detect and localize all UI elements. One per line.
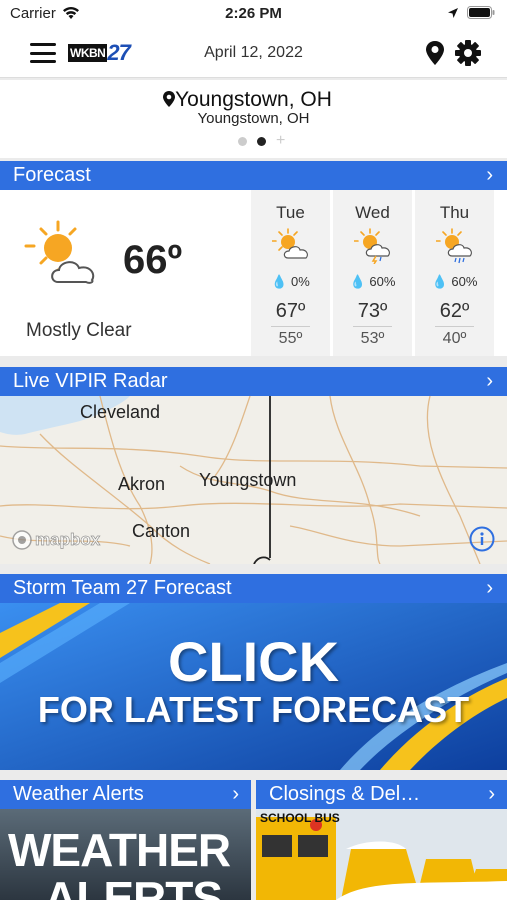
- info-icon[interactable]: [469, 526, 495, 552]
- settings-gear-button[interactable]: [455, 40, 481, 66]
- storm-team-header[interactable]: Storm Team 27 Forecast ›: [0, 574, 507, 603]
- radar-map[interactable]: Cleveland Akron Youngstown Canton mapbox: [0, 396, 507, 564]
- high-temp: 73º: [357, 300, 388, 322]
- radar-title: Live VIPIR Radar: [13, 370, 168, 392]
- chevron-right-icon: ›: [486, 577, 493, 599]
- raindrop-icon: 💧: [431, 274, 448, 289]
- page-dot[interactable]: [238, 136, 247, 146]
- status-bar: Carrier 2:26 PM: [0, 0, 507, 28]
- weather-alerts-tile[interactable]: Weather Alerts › WEATHER ALERTS: [0, 780, 251, 900]
- page-dot-active[interactable]: [257, 136, 266, 146]
- precip-chance: 💧 0%: [271, 274, 310, 289]
- forecast-day[interactable]: Wed 💧 60% 73º 53º: [333, 190, 412, 356]
- clock: 2:26 PM: [225, 5, 282, 22]
- location-arrow-icon: [448, 7, 458, 18]
- mapbox-attribution[interactable]: mapbox: [12, 530, 101, 550]
- location-pin-button[interactable]: [425, 40, 445, 66]
- precip-chance: 💧 60%: [349, 274, 396, 289]
- rain-sun-icon: [436, 228, 472, 264]
- location-selector[interactable]: Youngstown, OH Youngstown, OH +: [0, 80, 507, 158]
- high-temp: 62º: [439, 300, 470, 322]
- forecast-title: Forecast: [13, 164, 91, 186]
- forecast-panel[interactable]: 66º Mostly Clear Tue 💧 0% 67º 55º Wed 💧 …: [0, 190, 507, 356]
- forecast-header[interactable]: Forecast ›: [0, 161, 507, 190]
- banner-line-2: FOR LATEST FORECAST: [37, 689, 470, 730]
- low-temp: 53º: [360, 330, 385, 347]
- app-header: WKBN 27 April 12, 2022: [0, 28, 507, 78]
- current-temp: 66º: [123, 238, 183, 282]
- map-label-city: Akron: [118, 474, 166, 494]
- current-condition: Mostly Clear: [26, 320, 132, 341]
- partly-cloudy-sun-icon: [272, 228, 308, 259]
- chevron-right-icon: ›: [486, 370, 493, 392]
- closings-delays-header: Closings & Del… ›: [256, 780, 507, 809]
- battery-icon: [467, 6, 495, 19]
- precip-chance: 💧 60%: [431, 274, 478, 289]
- low-temp: 40º: [442, 330, 467, 347]
- mapbox-logo-icon: [12, 530, 32, 550]
- map-label-city: Canton: [132, 521, 191, 541]
- chevron-right-icon: ›: [488, 783, 495, 805]
- high-temp: 67º: [275, 300, 306, 322]
- banner-line-1: CLICK: [167, 630, 340, 693]
- low-temp: 55º: [278, 330, 303, 347]
- day-name: Thu: [439, 203, 470, 222]
- add-location-icon[interactable]: +: [276, 133, 285, 149]
- map-label-city: Youngstown: [199, 470, 297, 490]
- forecast-day[interactable]: Tue 💧 0% 67º 55º: [251, 190, 330, 356]
- forecast-day[interactable]: Thu 💧 60% 62º 40º: [415, 190, 494, 356]
- raindrop-icon: 💧: [271, 274, 288, 289]
- chevron-right-icon: ›: [486, 164, 493, 186]
- weather-alerts-image: WEATHER ALERTS: [0, 809, 251, 900]
- current-conditions: 66º Mostly Clear: [0, 190, 250, 356]
- chevron-right-icon: ›: [232, 783, 239, 805]
- weather-alerts-header: Weather Alerts ›: [0, 780, 251, 809]
- storm-team-title: Storm Team 27 Forecast: [13, 577, 232, 599]
- map-label-city: Cleveland: [80, 402, 161, 422]
- day-name: Tue: [276, 203, 305, 222]
- raindrop-icon: 💧: [349, 274, 366, 289]
- day-name: Wed: [355, 203, 390, 222]
- location-city: Youngstown, OH: [175, 88, 332, 111]
- school-bus-image: SCHOOL BUS: [256, 809, 507, 900]
- thunderstorm-sun-icon: [354, 228, 390, 264]
- radar-header[interactable]: Live VIPIR Radar ›: [0, 367, 507, 396]
- partly-cloudy-sun-icon: [24, 220, 95, 284]
- location-subtitle: Youngstown, OH: [197, 110, 310, 127]
- page-indicator[interactable]: +: [238, 133, 285, 149]
- closings-delays-tile[interactable]: Closings & Del… › SCHOOL BUS: [256, 780, 507, 900]
- latest-forecast-banner[interactable]: CLICK FOR LATEST FORECAST: [0, 603, 507, 770]
